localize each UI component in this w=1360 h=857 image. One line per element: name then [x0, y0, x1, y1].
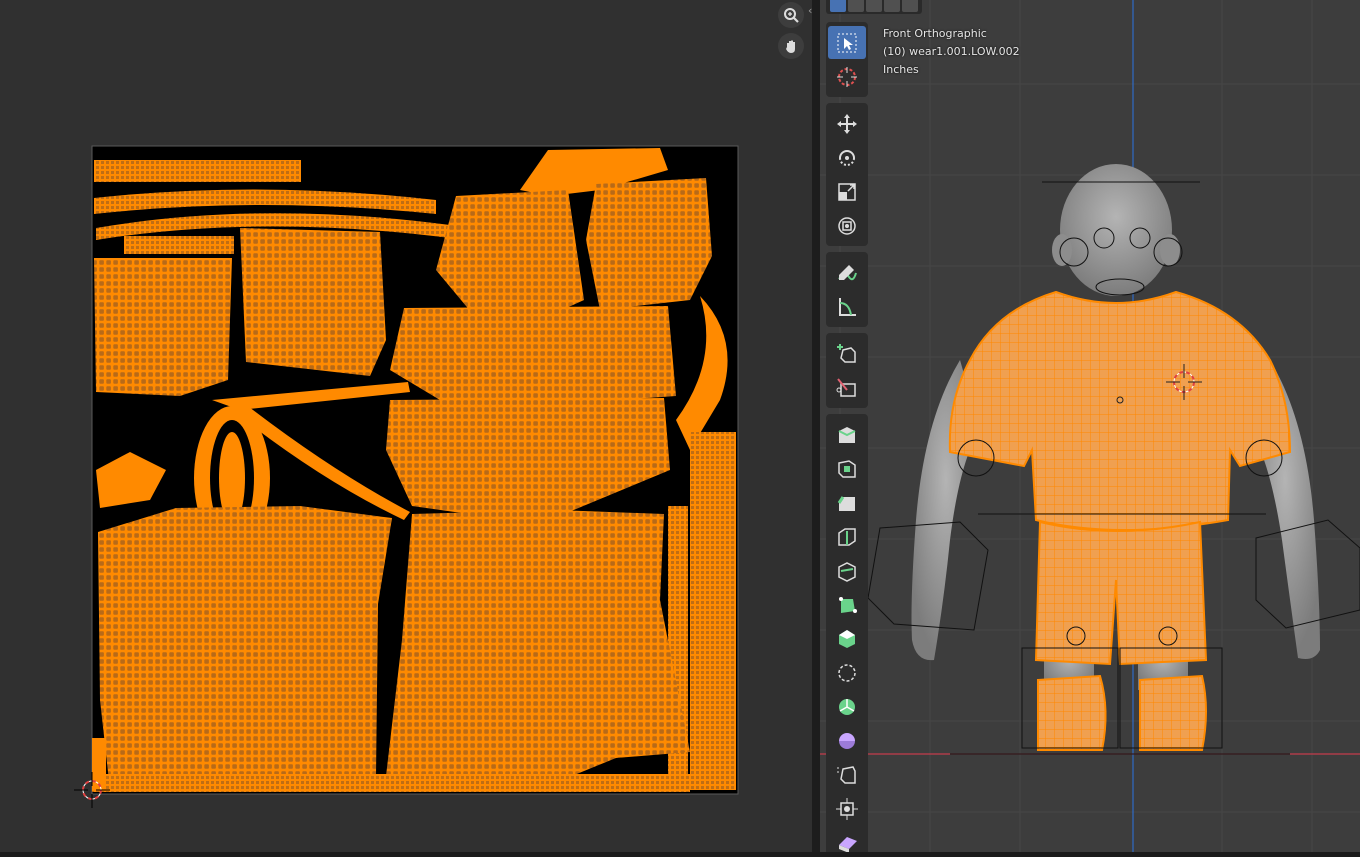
object-info: (10) wear1.001.LOW.002	[883, 45, 1020, 58]
view-name: Front Orthographic	[883, 27, 987, 40]
status-bar	[0, 852, 1360, 857]
shear-icon	[837, 765, 856, 784]
zoom-button[interactable]	[778, 2, 804, 28]
uv-island-sleeve-left	[94, 258, 232, 396]
right-shoe	[1139, 674, 1207, 751]
bevel-icon	[837, 495, 855, 511]
uv-editor[interactable]	[0, 0, 812, 852]
tool-shelf	[826, 22, 868, 852]
tool-bevel[interactable]	[828, 486, 866, 519]
knife-cut-icon	[838, 561, 856, 582]
tool-annotate[interactable]	[828, 256, 866, 289]
transform-icon	[838, 216, 856, 235]
tool-add-cube[interactable]	[828, 337, 866, 370]
tool-shrink-fatten[interactable]	[828, 724, 866, 757]
tool-extrude[interactable]	[828, 418, 866, 451]
tool-measure[interactable]	[828, 290, 866, 323]
tool-move[interactable]	[828, 107, 866, 140]
tool-knife[interactable]	[828, 554, 866, 587]
uv-navigation-gizmo	[778, 2, 808, 64]
tool-knife-project[interactable]	[828, 371, 866, 404]
knife-icon	[836, 377, 856, 397]
tool-loop-cut[interactable]	[828, 520, 866, 553]
edge-slide-icon	[839, 698, 855, 715]
tool-group-select	[826, 22, 868, 97]
cursor-box-icon	[837, 33, 857, 52]
tool-group-add	[826, 333, 868, 408]
viewport-info-overlay: Front Orthographic (10) wear1.001.LOW.00…	[883, 25, 1020, 79]
tool-select-box[interactable]	[828, 26, 866, 59]
face-select-button[interactable]	[866, 0, 882, 12]
measure-icon	[839, 297, 856, 316]
inset-icon	[838, 459, 856, 478]
area-splitter[interactable]	[812, 0, 820, 852]
uv-canvas[interactable]	[0, 0, 812, 852]
tool-cursor[interactable]	[828, 60, 866, 93]
tool-shear[interactable]	[828, 758, 866, 791]
selection-mode-buttons	[826, 0, 922, 14]
tool-smooth[interactable]	[828, 656, 866, 689]
uv-island-side-strip	[690, 432, 736, 790]
tool-spin[interactable]	[828, 622, 866, 655]
rotate-icon	[839, 149, 855, 166]
vertex-select-button[interactable]	[830, 0, 846, 12]
tool-to-sphere[interactable]	[828, 792, 866, 825]
uv-island-strip-2	[124, 236, 234, 254]
tool-rip[interactable]	[828, 826, 866, 852]
uv-island-yoke	[390, 306, 676, 404]
extrude-icon	[838, 426, 856, 443]
tool-group-annotate	[826, 252, 868, 327]
pan-button[interactable]	[778, 33, 804, 59]
spin-icon	[839, 629, 855, 648]
tool-poly-build[interactable]	[828, 588, 866, 621]
uv-island-sleeve-right	[240, 228, 386, 376]
annotate-icon	[838, 264, 857, 280]
viewport-canvas[interactable]	[820, 0, 1360, 852]
edge-select-button[interactable]	[848, 0, 864, 12]
rip-icon	[839, 836, 857, 852]
sphere-icon	[836, 797, 858, 820]
tool-inset[interactable]	[828, 452, 866, 485]
character-model[interactable]	[867, 164, 1360, 755]
tool-scale[interactable]	[828, 175, 866, 208]
move-icon	[837, 113, 857, 134]
uv-island-bottom-strip	[92, 774, 690, 792]
collapse-arrow-icon[interactable]: ‹	[808, 4, 818, 18]
uv-island-strip	[94, 160, 301, 182]
head	[1060, 164, 1172, 296]
tool-transform[interactable]	[828, 209, 866, 242]
tool-group-mesh	[826, 414, 868, 852]
tool-group-transform	[826, 103, 868, 246]
hand-icon	[786, 40, 795, 53]
uv-island-shorts-right	[386, 510, 690, 784]
zoom-icon	[784, 8, 799, 23]
scale-icon	[838, 182, 856, 201]
select-mode-5-button[interactable]	[902, 0, 918, 12]
3d-viewport[interactable]: Front Orthographic (10) wear1.001.LOW.00…	[820, 0, 1360, 852]
loop-cut-icon	[838, 527, 856, 546]
select-mode-4-button[interactable]	[884, 0, 900, 12]
tool-rotate[interactable]	[828, 141, 866, 174]
uv-island-shoulder	[586, 178, 712, 310]
poly-build-icon	[839, 596, 857, 613]
uv-island-shorts-left	[98, 506, 392, 790]
smooth-icon	[838, 663, 856, 682]
tool-edge-slide[interactable]	[828, 690, 866, 723]
units-label: Inches	[883, 63, 919, 76]
left-shoe	[1037, 674, 1107, 751]
cursor-3d-icon	[837, 66, 857, 87]
shorts-mesh	[1034, 520, 1208, 666]
shirt-mesh	[948, 290, 1292, 531]
shrink-icon	[839, 732, 855, 749]
add-cube-icon	[837, 343, 856, 363]
